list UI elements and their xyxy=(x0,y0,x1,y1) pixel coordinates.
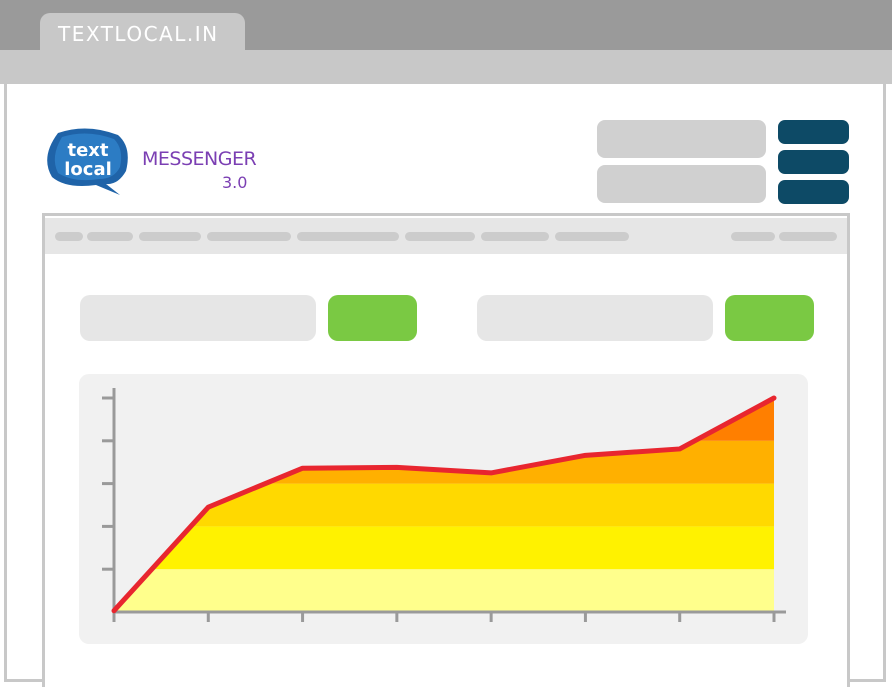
logo-line-2: local xyxy=(64,159,112,180)
header-button-1[interactable] xyxy=(778,120,849,144)
data-point xyxy=(678,447,682,451)
nav-item[interactable] xyxy=(405,232,475,241)
nav-item[interactable] xyxy=(207,232,291,241)
nav-item[interactable] xyxy=(481,232,549,241)
area-chart xyxy=(102,388,786,622)
nav-item[interactable] xyxy=(139,232,201,241)
data-point xyxy=(489,471,493,475)
chart-card xyxy=(79,374,808,644)
browser-window: TEXTLOCAL.IN text local MESSENGER 3.0 xyxy=(0,0,892,687)
area-band xyxy=(114,569,774,612)
nav-item[interactable] xyxy=(731,232,775,241)
data-point xyxy=(112,609,116,613)
filter-input-right[interactable] xyxy=(477,295,713,341)
area-band xyxy=(114,526,774,570)
area-band xyxy=(114,398,774,441)
header-button-2[interactable] xyxy=(778,150,849,174)
header-field-2[interactable] xyxy=(597,165,766,203)
nav-item[interactable] xyxy=(87,232,133,241)
nav-bar xyxy=(45,218,847,254)
data-point xyxy=(206,505,210,509)
nav-item[interactable] xyxy=(297,232,399,241)
data-point xyxy=(301,466,305,470)
submit-button-right[interactable] xyxy=(725,295,814,341)
nav-item[interactable] xyxy=(779,232,837,241)
data-point xyxy=(583,453,587,457)
header-button-3[interactable] xyxy=(778,180,849,204)
header-field-1[interactable] xyxy=(597,120,766,158)
nav-item[interactable] xyxy=(555,232,629,241)
data-point xyxy=(395,465,399,469)
filter-input-left[interactable] xyxy=(80,295,316,341)
browser-tab-title: TEXTLOCAL.IN xyxy=(58,22,219,46)
product-version: 3.0 xyxy=(222,173,248,192)
browser-tab[interactable]: TEXTLOCAL.IN xyxy=(40,13,245,55)
product-name: MESSENGER xyxy=(142,148,257,170)
nav-item[interactable] xyxy=(55,232,83,241)
submit-button-left[interactable] xyxy=(328,295,417,341)
logo-wordmark: text local xyxy=(50,141,126,179)
logo-line-1: text xyxy=(67,140,109,161)
address-bar[interactable] xyxy=(0,50,892,84)
data-point xyxy=(772,396,776,400)
